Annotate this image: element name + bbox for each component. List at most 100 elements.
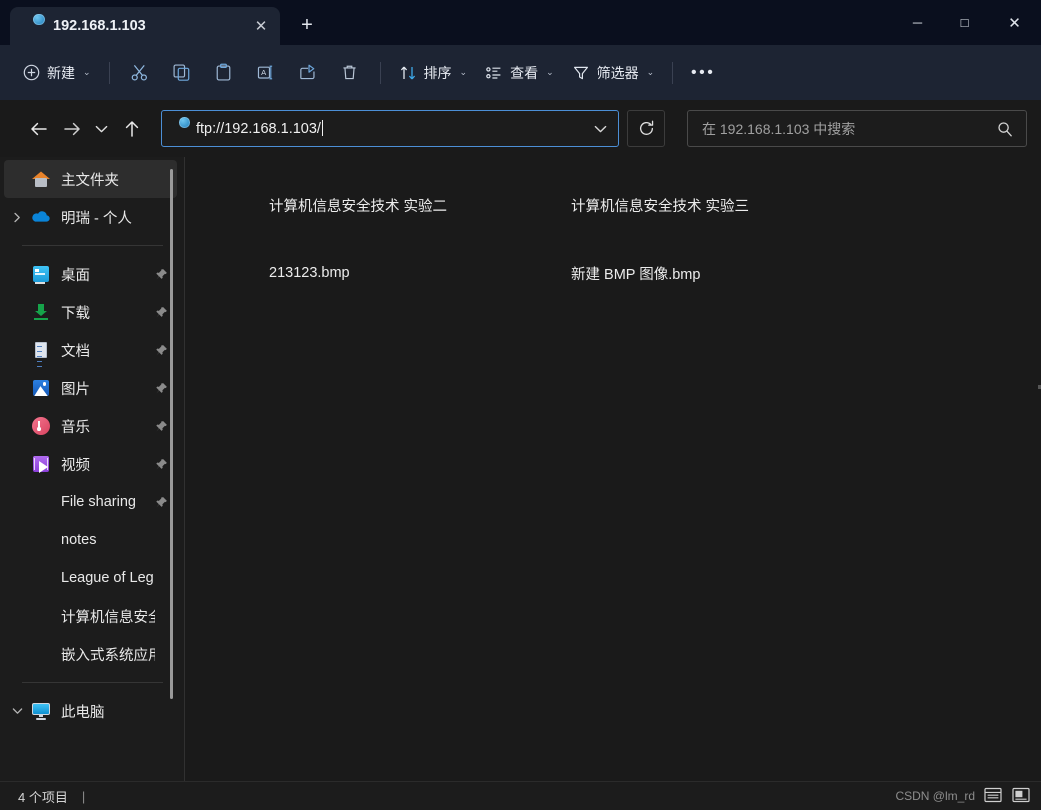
address-dropdown-button[interactable] <box>582 111 618 146</box>
copy-button[interactable] <box>161 55 203 91</box>
sidebar-item-downloads[interactable]: 下载 <box>4 293 177 331</box>
file-explorer-window: 192.168.1.103 ✕ + ─ □ ✕ 新建 ⌄ A 排序 ⌄ 查看 ⌄… <box>0 0 1041 810</box>
sidebar-item-label: 音乐 <box>61 419 90 436</box>
list-item[interactable]: 计算机信息安全技术 实验二 <box>199 171 501 239</box>
pin-icon[interactable] <box>155 458 171 471</box>
paste-button[interactable] <box>203 55 245 91</box>
address-bar[interactable]: ftp://192.168.1.103/ <box>161 110 619 147</box>
sidebar-item-league-of-legends[interactable]: League of Leg <box>4 559 177 597</box>
new-tab-button[interactable]: + <box>290 8 324 42</box>
search-input[interactable]: 在 192.168.1.103 中搜索 <box>702 119 997 139</box>
pin-icon[interactable] <box>155 382 171 395</box>
more-options-button[interactable]: ••• <box>682 55 724 91</box>
sidebar-item-file-sharing[interactable]: File sharing <box>4 483 177 521</box>
sidebar-item-label: 视频 <box>61 457 90 474</box>
pin-icon[interactable] <box>155 344 171 357</box>
sidebar-item-label: League of Leg <box>61 570 154 586</box>
item-name: 新建 BMP 图像.bmp <box>571 266 701 283</box>
pin-icon[interactable] <box>155 496 171 509</box>
view-toggle-group <box>983 786 1033 806</box>
videos-icon <box>30 453 52 475</box>
large-icons-view-icon[interactable] <box>1011 786 1033 806</box>
sidebar-divider <box>22 245 163 246</box>
delete-button[interactable] <box>329 55 371 91</box>
this-pc-icon <box>30 700 52 722</box>
details-view-icon[interactable] <box>983 786 1005 806</box>
minimize-button[interactable]: ─ <box>894 0 941 45</box>
search-box[interactable]: 在 192.168.1.103 中搜索 <box>687 110 1027 147</box>
expander-chevron-icon[interactable] <box>4 707 30 716</box>
share-button[interactable] <box>287 55 329 91</box>
sidebar-item-this-pc[interactable]: 此电脑 <box>4 692 177 730</box>
list-item[interactable]: 213123.bmp <box>199 239 501 307</box>
folder-icon <box>509 181 557 229</box>
sidebar-item-label: 下载 <box>61 305 90 322</box>
recent-locations-button[interactable] <box>88 112 115 145</box>
sidebar-item-label: 桌面 <box>61 267 90 284</box>
item-name: 213123.bmp <box>269 265 350 281</box>
desktop-icon <box>30 263 52 285</box>
sidebar-item-notes[interactable]: notes <box>4 521 177 559</box>
refresh-button[interactable] <box>627 110 665 147</box>
item-count-label: 4 个项目 <box>18 789 68 805</box>
maximize-button[interactable]: □ <box>941 0 988 45</box>
cut-button[interactable] <box>119 55 161 91</box>
close-tab-icon[interactable]: ✕ <box>248 13 274 39</box>
arrow-right-icon <box>63 121 81 137</box>
file-list-pane[interactable]: 计算机信息安全技术 实验二 计算机信息安全技术 实验三 213123.bmp 新… <box>185 157 1041 781</box>
text-cursor <box>321 120 323 136</box>
up-button[interactable] <box>115 112 148 145</box>
chevron-down-icon <box>95 124 108 134</box>
share-icon <box>298 63 317 82</box>
chevron-down-icon: ⌄ <box>83 67 91 77</box>
sidebar-item-label: notes <box>61 532 97 548</box>
sidebar-item-onedrive[interactable]: 明瑞 - 个人 <box>4 198 177 236</box>
toolbar-divider-2 <box>379 61 381 84</box>
sidebar-item-embedded-systems[interactable]: 嵌入式系统应用 <box>4 635 177 673</box>
navigation-bar: ftp://192.168.1.103/ 在 192.168.1.103 中搜索 <box>0 100 1041 157</box>
onedrive-cloud-icon <box>30 206 52 228</box>
chevron-down-icon: ⌄ <box>646 67 655 77</box>
back-button[interactable] <box>22 112 55 145</box>
status-separator: | <box>81 788 86 804</box>
toolbar-divider-3 <box>672 61 674 84</box>
sidebar-item-desktop[interactable]: 桌面 <box>4 255 177 293</box>
sidebar-item-home[interactable]: 主文件夹 <box>4 160 177 198</box>
filter-button[interactable]: 筛选器 ⌄ <box>563 55 664 91</box>
list-item[interactable]: 计算机信息安全技术 实验三 <box>501 171 803 239</box>
expander-chevron-icon[interactable] <box>4 212 30 223</box>
view-button[interactable]: 查看 ⌄ <box>476 55 563 91</box>
sidebar-item-computer-security[interactable]: 计算机信息安全 <box>4 597 177 635</box>
ftp-folder-globe-icon <box>24 13 45 36</box>
sidebar-scrollbar[interactable] <box>170 169 173 699</box>
home-icon <box>30 168 52 190</box>
bmp-file-icon <box>207 249 255 297</box>
arrow-up-icon <box>124 120 140 138</box>
folder-icon <box>30 567 52 589</box>
folder-icon <box>207 181 255 229</box>
list-item[interactable]: 新建 BMP 图像.bmp <box>501 239 803 307</box>
new-button[interactable]: 新建 ⌄ <box>14 55 100 91</box>
window-body: 主文件夹 明瑞 - 个人 桌面 下载 文档 图片 音乐 视频 File shar… <box>0 157 1041 781</box>
folder-icon <box>30 643 52 665</box>
pin-icon[interactable] <box>155 306 171 319</box>
tab-192-168-1-103[interactable]: 192.168.1.103 ✕ <box>10 7 280 45</box>
rename-button[interactable]: A <box>245 55 287 91</box>
sort-button[interactable]: 排序 ⌄ <box>390 55 477 91</box>
pin-icon[interactable] <box>155 420 171 433</box>
address-input[interactable]: ftp://192.168.1.103/ <box>196 120 582 137</box>
funnel-icon <box>572 64 590 82</box>
sidebar-item-videos[interactable]: 视频 <box>4 445 177 483</box>
tab-strip: 192.168.1.103 ✕ + <box>0 0 324 45</box>
sidebar-item-pictures[interactable]: 图片 <box>4 369 177 407</box>
close-window-button[interactable]: ✕ <box>988 0 1041 45</box>
search-icon <box>997 121 1013 137</box>
forward-button[interactable] <box>55 112 88 145</box>
sidebar-item-music[interactable]: 音乐 <box>4 407 177 445</box>
pin-icon[interactable] <box>155 268 171 281</box>
sidebar-divider-2 <box>22 682 163 683</box>
sidebar-item-label: 嵌入式系统应用 <box>61 647 155 664</box>
sidebar-item-documents[interactable]: 文档 <box>4 331 177 369</box>
title-bar: 192.168.1.103 ✕ + ─ □ ✕ <box>0 0 1041 45</box>
downloads-icon <box>30 301 52 323</box>
